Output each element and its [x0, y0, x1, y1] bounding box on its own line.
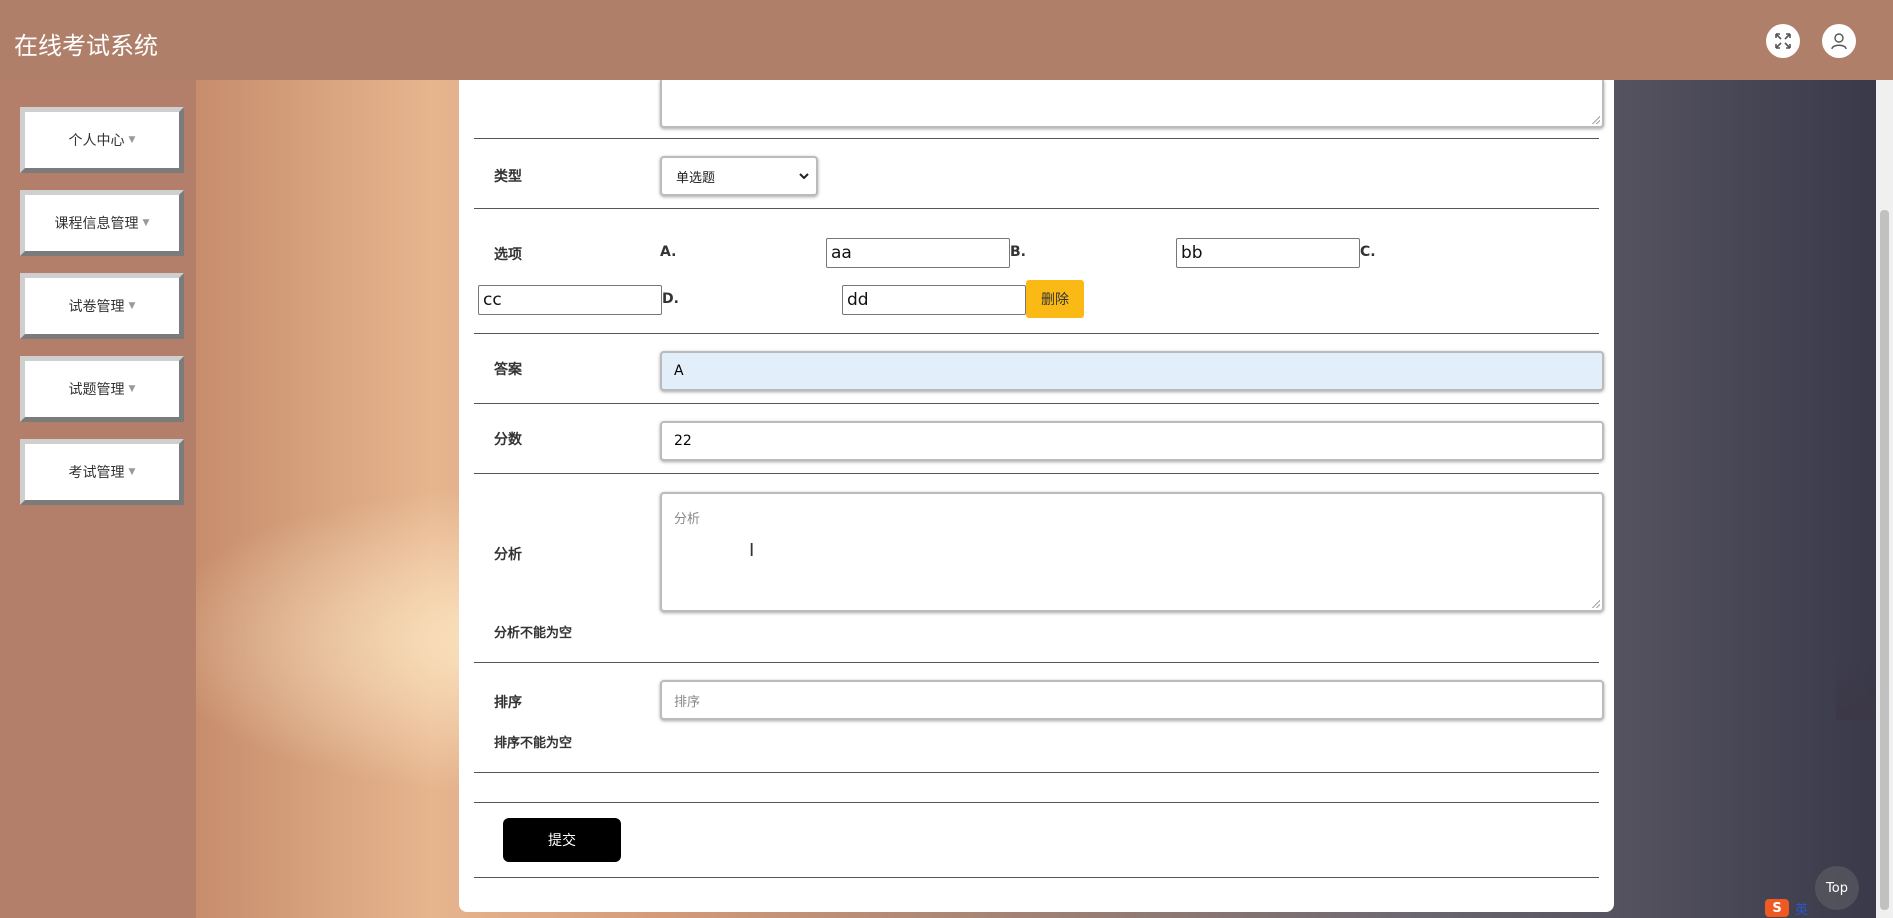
ime-toolbar[interactable]: S 英: [1765, 898, 1808, 918]
type-select[interactable]: 单选题: [660, 156, 818, 196]
form-row-type: 类型 单选题: [474, 138, 1599, 209]
chevron-down-icon: ▼: [128, 384, 136, 394]
analysis-placeholder: 分析: [674, 512, 701, 527]
analysis-error-message: 分析不能为空: [494, 626, 573, 641]
delete-option-button[interactable]: 删除: [1026, 280, 1084, 318]
sidebar-item-question-management[interactable]: 试题管理 ▼: [20, 356, 184, 422]
sidebar-item-exam-management[interactable]: 考试管理 ▼: [20, 439, 184, 505]
user-icon: [1831, 33, 1847, 50]
resize-grip-icon: [1592, 600, 1600, 608]
option-a-letter: A.: [660, 244, 677, 260]
back-to-top-button[interactable]: Top: [1815, 866, 1859, 910]
option-c-input[interactable]: [478, 285, 662, 315]
option-d-input[interactable]: [842, 285, 1026, 315]
sidebar: 个人中心 ▼ 课程信息管理 ▼ 试卷管理 ▼ 试题管理 ▼ 考试管理 ▼: [0, 80, 196, 918]
form-row-analysis: 分析 分析 分析不能为空: [474, 473, 1604, 663]
user-avatar-button[interactable]: [1822, 24, 1856, 58]
form-row-answer: 答案: [474, 333, 1604, 404]
chevron-down-icon: ▼: [128, 135, 136, 145]
sort-input[interactable]: 排序: [660, 680, 1604, 720]
sidebar-item-label: 试题管理: [68, 382, 125, 398]
question-form-panel: 类型 单选题 选项 A. B. C. D. 删除 答案 分数 分析 分析: [459, 80, 1614, 912]
chevron-down-icon: ▼: [128, 467, 136, 477]
sidebar-item-personal-center[interactable]: 个人中心 ▼: [20, 107, 184, 173]
question-textarea[interactable]: [660, 80, 1604, 128]
form-row-submit: 提交: [474, 802, 1599, 878]
analysis-label: 分析: [494, 547, 522, 563]
answer-label: 答案: [494, 362, 522, 378]
chevron-down-icon: ▼: [128, 301, 136, 311]
chevron-down-icon: [799, 173, 809, 180]
form-row-question-text: [474, 80, 1604, 139]
sidebar-item-paper-management[interactable]: 试卷管理 ▼: [20, 273, 184, 339]
sidebar-item-label: 课程信息管理: [54, 216, 139, 232]
fullscreen-button[interactable]: [1766, 24, 1800, 58]
sidebar-item-label: 个人中心: [68, 133, 125, 149]
option-d-letter: D.: [662, 291, 679, 307]
analysis-textarea[interactable]: 分析: [660, 492, 1604, 612]
app-title: 在线考试系统: [14, 32, 158, 60]
option-b-letter: B.: [1010, 244, 1026, 260]
sidebar-item-label: 考试管理: [68, 465, 125, 481]
sogou-ime-logo: S: [1765, 899, 1789, 917]
form-row-sort: 排序 排序 排序不能为空: [474, 662, 1604, 773]
text-cursor-icon: I: [749, 540, 755, 561]
scrollbar-thumb[interactable]: [1880, 210, 1889, 910]
sort-error-message: 排序不能为空: [494, 736, 573, 751]
options-label: 选项: [494, 247, 522, 263]
type-select-value: 单选题: [676, 170, 716, 186]
form-row-score: 分数: [474, 403, 1604, 474]
option-b-input[interactable]: [1176, 238, 1360, 268]
form-row-options: 选项 A. B. C. D. 删除: [474, 208, 1599, 334]
sidebar-item-course-info[interactable]: 课程信息管理 ▼: [20, 190, 184, 256]
option-a-input[interactable]: [826, 238, 1010, 268]
score-label: 分数: [494, 432, 522, 448]
submit-button[interactable]: 提交: [503, 818, 621, 862]
ime-mode-label: 英: [1795, 902, 1809, 918]
answer-input[interactable]: [660, 351, 1604, 391]
type-label: 类型: [494, 169, 522, 185]
resize-grip-icon: [1592, 116, 1600, 124]
score-input[interactable]: [660, 421, 1604, 461]
option-c-letter: C.: [1360, 244, 1376, 260]
fullscreen-icon: [1775, 33, 1791, 49]
sort-placeholder: 排序: [674, 694, 701, 710]
top-header: 在线考试系统: [0, 0, 1893, 80]
sort-label: 排序: [494, 695, 522, 711]
sidebar-item-label: 试卷管理: [68, 299, 125, 315]
form-row-spacer: [474, 772, 1599, 803]
chevron-down-icon: ▼: [142, 218, 150, 228]
